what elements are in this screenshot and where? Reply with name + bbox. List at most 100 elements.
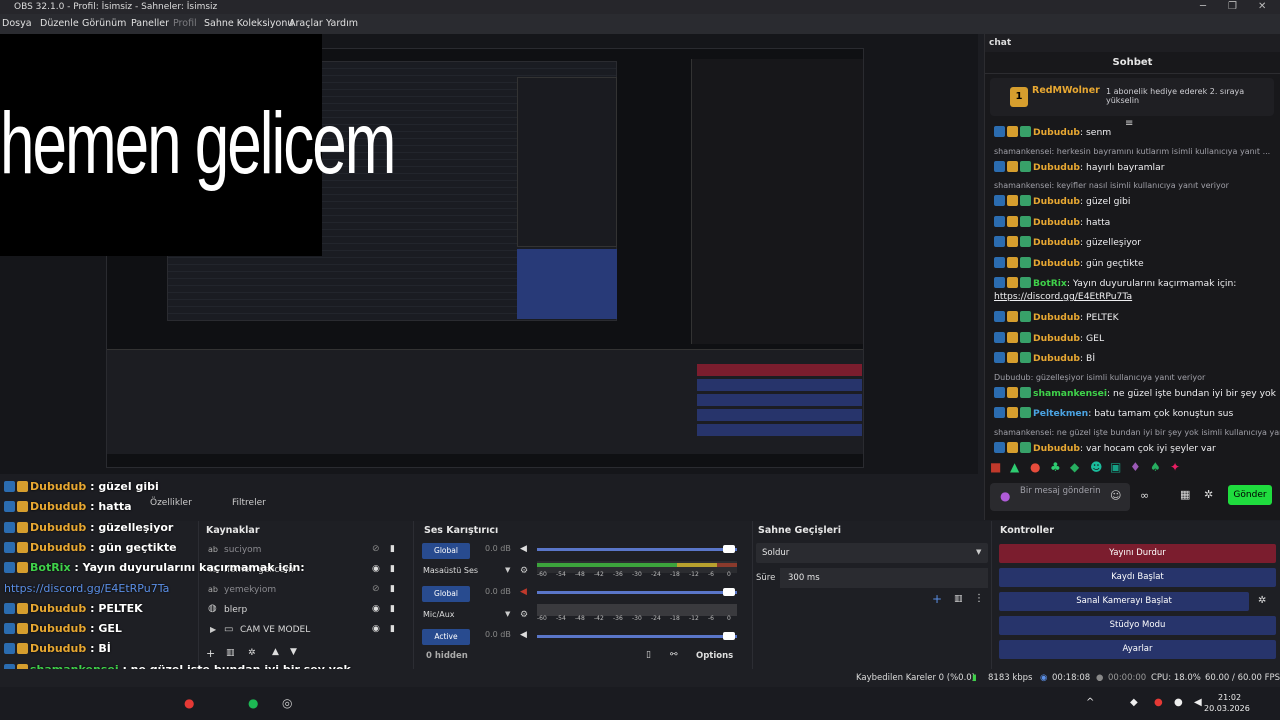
settings-button[interactable]: Ayarlar (999, 640, 1276, 659)
emote-icon[interactable]: ▲ (1010, 460, 1019, 474)
dropdown-icon[interactable]: ▼ (505, 566, 510, 574)
mixer-global-button[interactable]: Global (422, 586, 470, 602)
lock-icon[interactable]: ▮ (390, 544, 395, 554)
settings-icon[interactable]: ⚙ (520, 566, 528, 576)
chevron-up-icon[interactable]: ^ (1086, 697, 1094, 708)
emote-icon[interactable]: ◆ (1070, 460, 1079, 474)
eye-icon[interactable]: ◉ (372, 564, 380, 574)
discord-icon[interactable]: ◆ (1130, 697, 1138, 708)
transition-select[interactable]: Soldur (756, 543, 988, 563)
lock-icon[interactable]: ▮ (390, 584, 395, 594)
slider-knob[interactable] (723, 588, 735, 596)
settings-icon[interactable]: ⚙ (520, 610, 528, 620)
speaker-icon[interactable]: ◀ (1194, 697, 1202, 708)
badge-icon (994, 386, 1005, 398)
lock-icon[interactable]: ▮ (390, 624, 395, 634)
volume-slider[interactable] (537, 545, 737, 553)
chat-username[interactable]: Dubudub (1033, 217, 1080, 228)
chat-text: hatta (1086, 216, 1111, 228)
emote-bar[interactable]: ■ ▲ ● ♣ ◆ ☻ ▣ ♦ ♠ ✦ (988, 460, 1278, 480)
gear-icon[interactable]: ✲ (1258, 595, 1266, 606)
chat-username[interactable]: BotRix (1033, 278, 1067, 289)
obs-icon[interactable]: ◎ (282, 696, 292, 710)
badge-icon (1007, 277, 1018, 288)
chat-username[interactable]: Dubudub (1033, 312, 1080, 323)
add-transition-icon[interactable]: + (932, 592, 942, 606)
emote-icon[interactable]: ✦ (1170, 460, 1180, 474)
start-recording-button[interactable]: Kaydı Başlat (999, 568, 1276, 587)
emote-icon[interactable]: ♠ (1150, 460, 1161, 474)
overlay-chat-line: BotRix : Yayın duyurularını kaçırmamak i… (4, 561, 305, 574)
speaker-icon[interactable]: ◀ (520, 630, 527, 640)
chat-username[interactable]: Dubudub (1033, 258, 1080, 269)
minimize-button[interactable]: ─ (1200, 0, 1206, 14)
chat-username[interactable]: Dubudub (1033, 333, 1080, 344)
emote-icon[interactable]: ▣ (1110, 460, 1121, 474)
more-icon[interactable]: ⋮ (974, 593, 984, 604)
close-button[interactable]: ✕ (1258, 0, 1266, 14)
chat-username[interactable]: Dubudub (1033, 127, 1080, 138)
options-button[interactable]: Options (696, 651, 733, 661)
badge-icon (17, 602, 28, 614)
chat-input[interactable]: Bir mesaj gönderin (990, 483, 1130, 511)
gear-icon[interactable]: ✲ (1204, 488, 1213, 501)
chat-username[interactable]: Peltekmen (1033, 408, 1088, 419)
scale-tick: -42 (594, 571, 604, 578)
chat-username[interactable]: Dubudub (1033, 237, 1080, 248)
dropdown-icon[interactable]: ▼ (505, 610, 510, 618)
studio-mode-button[interactable]: Stüdyo Modu (999, 616, 1276, 635)
mixer-active-button[interactable]: Active (422, 629, 470, 645)
microphone-icon[interactable]: ● (1000, 489, 1010, 503)
speaker-icon[interactable]: ◀ (520, 544, 527, 554)
badge-icon (1007, 195, 1018, 206)
microphone-icon[interactable]: ● (1174, 697, 1183, 708)
emoji-icon[interactable]: ☺ (1110, 489, 1121, 502)
overlay-text-hemen-gelicem: hemen gelicem (0, 96, 396, 193)
slider-knob[interactable] (723, 545, 735, 553)
tray-icon[interactable]: ● (1154, 697, 1163, 708)
eye-icon[interactable]: ◉ (372, 624, 380, 634)
points-icon[interactable]: ∞ (1140, 489, 1149, 502)
badge-icon (1007, 311, 1018, 322)
badge-icon (1007, 126, 1018, 137)
duration-field[interactable]: 300 ms (780, 568, 988, 588)
chat-link[interactable]: https://discord.gg/E4EtRPu7Ta (994, 291, 1132, 302)
mixer-global-button[interactable]: Global (422, 543, 470, 559)
spotify-icon[interactable]: ● (248, 696, 258, 710)
chat-username[interactable]: shamankensei (1033, 388, 1107, 399)
emote-icon[interactable]: ● (1030, 460, 1040, 474)
trash-icon[interactable]: ▥ (954, 594, 963, 604)
send-button[interactable]: Gönder (1228, 485, 1272, 505)
badge-icon (1007, 331, 1018, 343)
volume-slider[interactable] (537, 588, 737, 596)
layout-icon[interactable]: ▯ (646, 650, 651, 660)
collapse-icon[interactable]: ≡ (1125, 118, 1133, 129)
eye-hidden-icon[interactable]: ⊘ (372, 544, 380, 554)
chat-username[interactable]: Dubudub (1033, 353, 1080, 364)
slider-knob[interactable] (723, 632, 735, 640)
eye-hidden-icon[interactable]: ⊘ (372, 584, 380, 594)
emote-icon[interactable]: ♣ (1050, 460, 1061, 474)
lock-icon[interactable]: ▮ (390, 564, 395, 574)
emote-icon[interactable]: ☻ (1090, 460, 1103, 474)
volume-slider[interactable] (537, 632, 737, 640)
badge-icon (17, 521, 28, 533)
eye-icon[interactable]: ◉ (372, 604, 380, 614)
maximize-button[interactable]: ❐ (1228, 0, 1237, 14)
app-icon[interactable]: ● (184, 696, 194, 710)
link-icon[interactable]: ⚯ (670, 650, 678, 660)
chat-username[interactable]: Dubudub (1033, 196, 1080, 207)
chat-username[interactable]: Dubudub (1033, 162, 1080, 173)
emote-icon[interactable]: ■ (990, 460, 1001, 474)
emote-icon[interactable]: ♦ (1130, 460, 1141, 474)
speaker-muted-icon[interactable]: ◀ (520, 587, 527, 597)
start-virtual-camera-button[interactable]: Sanal Kamerayı Başlat (999, 592, 1249, 611)
chat-username[interactable]: Dubudub (1033, 443, 1080, 454)
badge-icon (4, 602, 15, 614)
lock-icon[interactable]: ▮ (390, 604, 395, 614)
badge-icon (994, 311, 1005, 322)
hidden-count[interactable]: 0 hidden (426, 651, 468, 661)
menu-help[interactable]: Yardım (326, 14, 358, 34)
gift-icon[interactable]: ▦ (1180, 488, 1190, 501)
stop-streaming-button[interactable]: Yayını Durdur (999, 544, 1276, 563)
